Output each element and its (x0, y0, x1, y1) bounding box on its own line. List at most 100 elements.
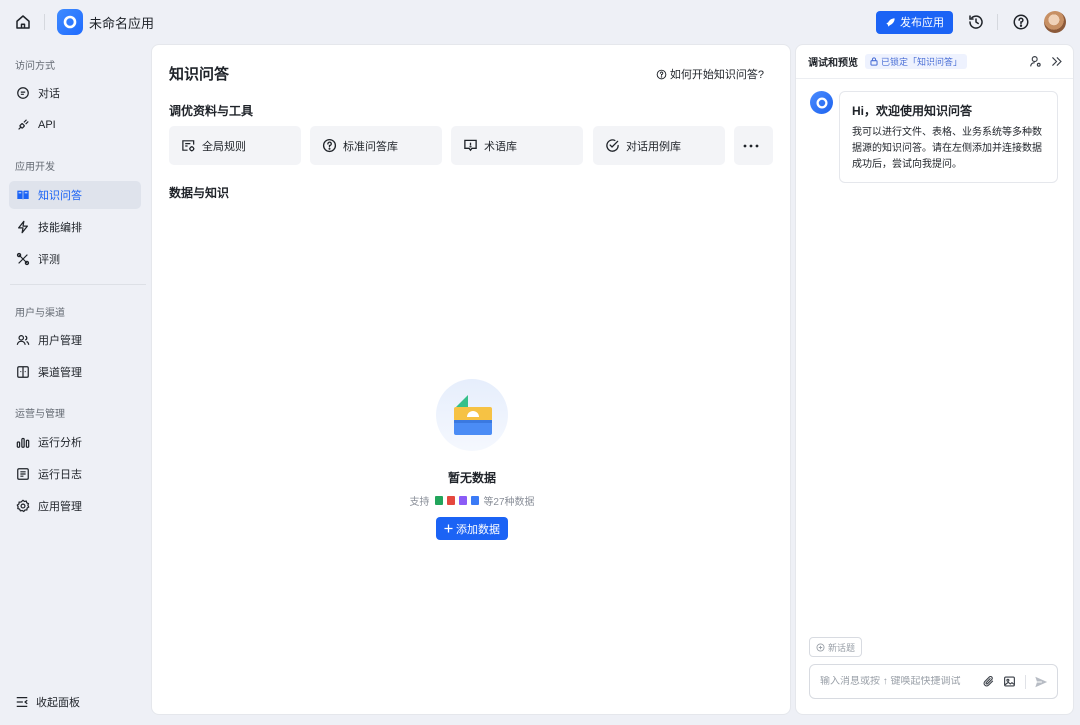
collapse-icon (16, 697, 28, 707)
divider (997, 14, 998, 30)
sidebar-divider (10, 284, 146, 285)
sidebar-item-label: 知识问答 (38, 190, 82, 202)
sidebar-item-chat[interactable]: 对话 (9, 79, 141, 107)
tool-card-glossary[interactable]: 术语库 (451, 126, 583, 165)
new-topic-button[interactable]: 新话题 (809, 637, 863, 657)
question-icon (322, 138, 337, 153)
preview-panel: 调试和预览 已锁定「知识问答」 Hi，欢迎使用知识问答 我可以进行文件、表格、业… (795, 44, 1074, 715)
sidebar-item-label: 技能编排 (38, 222, 82, 234)
sidebar-item-user-management[interactable]: 用户管理 (9, 326, 141, 354)
publish-button[interactable]: 发布应用 (876, 10, 953, 34)
sidebar-item-label: 应用管理 (38, 501, 82, 513)
new-topic-icon (816, 643, 825, 651)
sidebar-section-dev: 应用开发 (15, 162, 55, 173)
supported-types: 支持 等27种数据 (152, 493, 792, 508)
book-icon (17, 190, 29, 200)
top-bar: 未命名应用 发布应用 (0, 0, 1080, 44)
sidebar: 访问方式 对话 API 应用开发 知识问答 技能编排 评测 用户与渠道 用户管理… (0, 44, 150, 725)
send-icon[interactable] (1034, 675, 1048, 689)
lightning-icon (18, 220, 28, 234)
rocket-icon (886, 17, 895, 27)
tool-card-dialog-cases[interactable]: 对话用例库 (593, 126, 725, 165)
sidebar-item-logs[interactable]: 运行日志 (9, 460, 141, 488)
main-panel: 知识问答 如何开始知识问答? 调优资料与工具 全局规则 标准问答库 术语库 对话… (151, 44, 791, 715)
history-icon[interactable] (967, 13, 985, 31)
collapse-panel-button[interactable]: 收起面板 (15, 694, 80, 710)
app-name[interactable]: 未命名应用 (89, 13, 154, 32)
lock-icon (870, 57, 878, 66)
sidebar-item-analytics[interactable]: 运行分析 (9, 428, 141, 456)
collapse-label: 收起面板 (36, 697, 80, 709)
sidebar-item-channel-management[interactable]: 渠道管理 (9, 358, 141, 386)
new-topic-label: 新话题 (828, 642, 856, 653)
api-icon (18, 119, 29, 130)
pdf-file-icon (447, 496, 456, 505)
sidebar-item-evaluate[interactable]: 评测 (9, 245, 141, 273)
bot-avatar-icon (810, 91, 833, 114)
divider (1025, 674, 1026, 689)
more-icon (743, 144, 758, 147)
plus-icon (444, 524, 453, 533)
tool-card-standard-qa[interactable]: 标准问答库 (310, 126, 442, 165)
chat-icon (17, 87, 29, 99)
support-prefix: 支持 (409, 497, 430, 508)
sidebar-section-ops: 运营与管理 (15, 409, 65, 420)
home-icon[interactable] (14, 13, 32, 31)
glossary-icon (464, 139, 477, 152)
welcome-message: Hi，欢迎使用知识问答 我可以进行文件、表格、业务系统等多种数据源的知识问答。请… (839, 91, 1058, 183)
sidebar-item-label: 用户管理 (38, 335, 82, 347)
attachment-icon[interactable] (982, 675, 995, 688)
sidebar-item-label: 评测 (38, 254, 60, 266)
sidebar-item-skills[interactable]: 技能编排 (9, 213, 141, 241)
help-link[interactable]: 如何开始知识问答? (656, 66, 764, 82)
sidebar-item-knowledge-qa[interactable]: 知识问答 (9, 181, 141, 209)
word-file-icon (471, 496, 480, 505)
user-settings-icon[interactable] (1029, 55, 1042, 68)
channel-icon (17, 366, 29, 378)
tools-section-title: 调优资料与工具 (169, 104, 254, 118)
sidebar-item-label: 运行分析 (38, 437, 82, 449)
tool-card-label: 对话用例库 (626, 140, 681, 153)
image-file-icon (459, 496, 468, 505)
image-icon[interactable] (1003, 675, 1016, 688)
tool-card-label: 全局规则 (202, 140, 246, 153)
empty-state: 暂无数据 支持 等27种数据 添加数据 (152, 379, 792, 540)
support-suffix: 等27种数据 (483, 497, 535, 508)
sidebar-item-app-management[interactable]: 应用管理 (9, 492, 141, 520)
preview-header: 调试和预览 已锁定「知识问答」 (796, 45, 1073, 79)
tools-icon (16, 252, 30, 266)
sidebar-item-api[interactable]: API (9, 111, 141, 139)
excel-file-icon (435, 496, 444, 505)
welcome-body: 我可以进行文件、表格、业务系统等多种数据源的知识问答。请在左侧添加并连接数据成功… (852, 127, 1042, 170)
help-link-label: 如何开始知识问答? (669, 69, 764, 81)
app-logo-icon (57, 9, 83, 35)
add-data-label: 添加数据 (456, 523, 500, 536)
empty-folder-illustration (436, 379, 508, 451)
data-section-title: 数据与知识 (169, 186, 230, 200)
lock-badge: 已锁定「知识问答」 (865, 54, 968, 69)
help-icon[interactable] (1012, 13, 1030, 31)
log-icon (17, 468, 29, 480)
tool-card-label: 术语库 (484, 140, 517, 153)
users-icon (16, 335, 30, 345)
welcome-title: Hi，欢迎使用知识问答 (852, 104, 973, 118)
collapse-right-icon[interactable] (1050, 55, 1063, 68)
tool-card-label: 标准问答库 (343, 140, 398, 153)
lock-badge-label: 已锁定「知识问答」 (881, 57, 963, 67)
bar-chart-icon (16, 437, 30, 448)
question-circle-icon (656, 69, 667, 79)
empty-title: 暂无数据 (447, 471, 496, 485)
publish-label: 发布应用 (900, 17, 944, 29)
gear-icon (16, 499, 30, 513)
sidebar-item-label: 运行日志 (38, 469, 82, 481)
chat-input-box[interactable] (809, 664, 1058, 699)
more-tools-button[interactable] (734, 126, 773, 165)
add-data-button[interactable]: 添加数据 (436, 517, 508, 540)
check-circle-icon (606, 139, 619, 152)
chat-input[interactable] (820, 676, 970, 687)
sidebar-section-access: 访问方式 (15, 61, 55, 72)
tool-card-global-rules[interactable]: 全局规则 (169, 126, 301, 165)
user-avatar[interactable] (1044, 11, 1066, 33)
sidebar-section-users: 用户与渠道 (15, 308, 65, 319)
rules-icon (182, 140, 195, 152)
